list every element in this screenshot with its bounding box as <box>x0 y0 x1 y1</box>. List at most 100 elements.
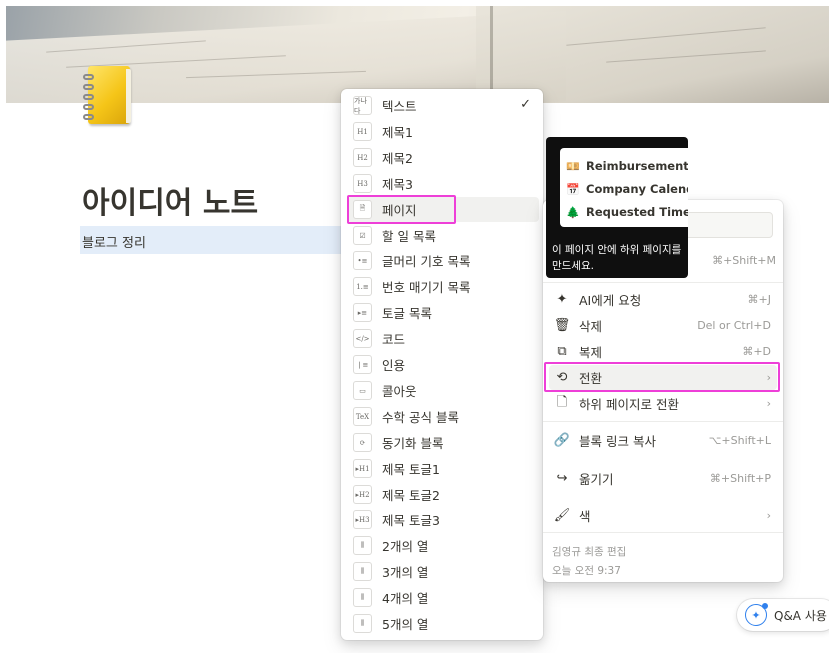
context-menu-item[interactable]: 🔗 블록 링크 복사 ⌥+Shift+L <box>549 428 777 453</box>
context-menu-item-label: 복제 <box>579 345 603 360</box>
turn-into-item-label: 제목 토글2 <box>382 488 440 503</box>
qa-button[interactable]: ✦ Q&A 사용 <box>737 599 829 631</box>
context-menu-item[interactable]: 🗋 하위 페이지로 전환 › <box>549 391 777 416</box>
duplicate-icon: ⧉ <box>557 344 567 359</box>
context-menu-item[interactable]: ⧉ 복제 ⌘+D <box>549 339 777 364</box>
columns-2-icon: ⫼ <box>353 536 372 555</box>
turn-into-item[interactable]: TeX 수학 공식 블록 <box>347 404 539 429</box>
synced-block-icon: ⟳ <box>353 433 372 452</box>
turn-into-item-label: 2개의 열 <box>382 539 429 554</box>
numbered-list-icon: 1.≡ <box>353 277 372 296</box>
trash-icon: 🗑 <box>553 318 571 333</box>
todo-list-icon: ☑ <box>353 226 372 245</box>
columns-4-icon: ⫼ <box>353 588 372 607</box>
turn-into-item-label: 수학 공식 블록 <box>382 410 459 425</box>
shortcut-hint: Del or Ctrl+D <box>697 319 771 332</box>
qa-sparkle-icon: ✦ <box>745 603 768 626</box>
context-menu-item[interactable]: ↪ 옮기기 ⌘+Shift+P <box>549 466 777 491</box>
quote-icon: ❘≡ <box>353 355 372 374</box>
menu-divider <box>543 532 783 533</box>
menu-divider <box>543 421 783 422</box>
turn-into-item[interactable]: ⫼ 2개의 열 <box>347 533 539 558</box>
turn-into-item[interactable]: ▸H2 제목 토글2 <box>347 482 539 507</box>
page-outline-icon: 🗋 <box>556 394 568 410</box>
turn-into-item[interactable]: ⫼ 3개의 열 <box>347 559 539 584</box>
turn-into-item[interactable]: ▸H1 제목 토글1 <box>347 456 539 481</box>
callout-icon: ▭ <box>353 381 372 400</box>
turn-into-item-label: 인용 <box>382 358 406 373</box>
context-menu-item-label: 옮기기 <box>579 472 614 487</box>
turn-into-item[interactable]: H2 제목2 <box>347 145 539 170</box>
math-equation-icon: TeX <box>353 407 372 426</box>
bulleted-list-icon: •≡ <box>353 251 372 270</box>
calendar-icon: 📅 <box>566 182 580 196</box>
toggle-list-icon: ▸≡ <box>353 303 372 322</box>
code-icon: </> <box>353 329 372 348</box>
turn-into-item-label: 코드 <box>382 332 406 347</box>
context-menu-item[interactable]: 🖌 색 › <box>549 503 777 528</box>
turn-into-item[interactable]: •≡ 글머리 기호 목록 <box>347 248 539 273</box>
turn-into-item-label: 번호 매기기 목록 <box>382 280 471 295</box>
heading1-icon: H1 <box>353 122 372 141</box>
turn-into-item-label: 제목1 <box>382 125 413 140</box>
turn-into-shortcut: ⌘+Shift+M <box>712 254 776 267</box>
turn-into-item-label: 제목2 <box>382 151 413 166</box>
turn-into-item[interactable]: ⟳ 동기화 블록 <box>347 430 539 455</box>
highlight-box-page <box>347 195 456 224</box>
toggle-heading2-icon: ▸H2 <box>353 485 372 504</box>
tooltip-description: 이 페이지 안에 하위 페이지를 만드세요. <box>552 244 682 272</box>
last-edited-time: 오늘 오전 9:37 <box>552 565 621 577</box>
shortcut-hint: ⌘+Shift+P <box>709 472 771 485</box>
heading2-icon: H2 <box>353 148 372 167</box>
context-menu-item-label: 하위 페이지로 전환 <box>579 397 679 412</box>
page-title[interactable]: 아이디어 노트 <box>82 178 258 222</box>
turn-into-item[interactable]: ❘≡ 인용 <box>347 352 539 377</box>
tree-icon: 🌲 <box>566 205 580 219</box>
context-search-input[interactable] <box>685 212 773 238</box>
link-icon: 🔗 <box>553 433 571 448</box>
paint-roller-icon: 🖌 <box>553 508 571 523</box>
turn-into-item-label: 4개의 열 <box>382 591 429 606</box>
tooltip-preview-card: 💴 Reimbursement 📅 Company Calend 🌲 Reque… <box>560 148 688 227</box>
turn-into-item[interactable]: 1.≡ 번호 매기기 목록 <box>347 274 539 299</box>
columns-3-icon: ⫼ <box>353 562 372 581</box>
turn-into-item[interactable]: H3 제목3 <box>347 171 539 196</box>
turn-into-item-label: 콜아웃 <box>382 384 417 399</box>
turn-into-item[interactable]: H1 제목1 <box>347 119 539 144</box>
turn-into-item[interactable]: ☑ 할 일 목록 <box>347 223 539 248</box>
turn-into-item-label: 5개의 열 <box>382 617 429 632</box>
shortcut-hint: ⌥+Shift+L <box>708 434 771 447</box>
shortcut-hint: ⌘+D <box>742 345 771 358</box>
turn-into-item[interactable]: </> 코드 <box>347 326 539 351</box>
preview-item: 📅 Company Calend <box>566 182 688 196</box>
context-menu-item[interactable]: ✦ AI에게 요청 ⌘+J <box>549 287 777 312</box>
toggle-heading3-icon: ▸H3 <box>353 510 372 529</box>
notebook-page-icon[interactable] <box>80 66 132 128</box>
context-menu-item-label: 블록 링크 복사 <box>579 434 656 449</box>
turn-into-item[interactable]: ⫼ 4개의 열 <box>347 585 539 610</box>
turn-into-item[interactable]: ▸H3 제목 토글3 <box>347 507 539 532</box>
turn-into-item[interactable]: ▸≡ 토글 목록 <box>347 300 539 325</box>
heading3-icon: H3 <box>353 174 372 193</box>
move-arrow-icon: ↪ <box>556 471 568 486</box>
text-block-icon: 가나다 <box>353 96 372 115</box>
turn-into-item-label: 제목 토글1 <box>382 462 440 477</box>
chevron-right-icon: › <box>766 397 771 410</box>
turn-into-item-label: 토글 목록 <box>382 306 432 321</box>
turn-into-item-label: 글머리 기호 목록 <box>382 254 471 269</box>
turn-into-item[interactable]: 가나다 텍스트 ✓ <box>347 93 539 118</box>
turn-into-item-label: 동기화 블록 <box>382 436 444 451</box>
turn-into-item-label: 할 일 목록 <box>382 229 436 244</box>
turn-into-item-label: 제목3 <box>382 177 413 192</box>
last-edited-by: 김영규 최종 편집 <box>552 546 627 558</box>
context-menu-item-label: 색 <box>579 509 591 524</box>
turn-into-item[interactable]: ⫼ 5개의 열 <box>347 611 539 636</box>
context-menu-item[interactable]: 🗑 삭제 Del or Ctrl+D <box>549 313 777 338</box>
preview-item: 💴 Reimbursement <box>566 159 688 173</box>
qa-button-label: Q&A 사용 <box>774 608 827 623</box>
turn-into-item-label: 제목 토글3 <box>382 513 440 528</box>
turn-into-item[interactable]: ▭ 콜아웃 <box>347 378 539 403</box>
text-block-blog[interactable]: 블로그 정리 <box>82 232 146 251</box>
context-menu-item-label: AI에게 요청 <box>579 293 642 308</box>
checkmark-icon: ✓ <box>520 97 531 112</box>
